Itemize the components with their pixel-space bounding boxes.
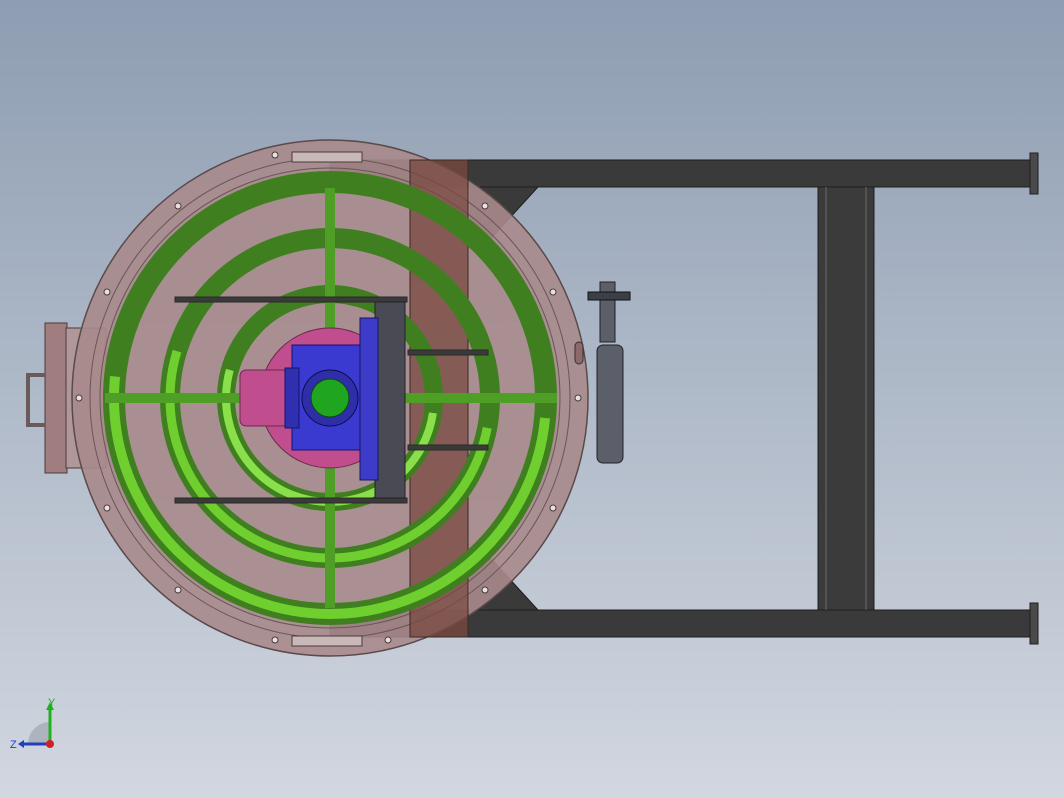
triad-arc-icon	[28, 722, 50, 744]
bolt-hole	[174, 202, 182, 210]
motor-output-shaft	[310, 378, 350, 418]
triad-x-axis-dot	[46, 740, 54, 748]
bolt-hole	[549, 288, 557, 296]
bolt-hole	[271, 151, 279, 159]
hatch-plate	[44, 322, 68, 474]
frame-end-plate-bottom	[1029, 602, 1039, 645]
orientation-triad: Y Z	[10, 697, 56, 751]
flange-coupling	[239, 369, 289, 427]
rod-top	[174, 296, 408, 303]
valve-top-flange	[587, 291, 631, 301]
cad-model-drawing[interactable]	[0, 0, 1064, 798]
valve-port	[574, 341, 584, 365]
bolt-hole	[384, 636, 392, 644]
bolt-hole	[271, 636, 279, 644]
bolt-hole	[174, 586, 182, 594]
latch-bottom	[291, 635, 363, 647]
bolt-hole	[103, 504, 111, 512]
motor-flange	[359, 317, 379, 481]
rod-bottom	[174, 497, 408, 504]
triad-z-arrow-icon	[18, 740, 24, 748]
bolt-hole	[481, 202, 489, 210]
bolt-hole	[574, 394, 582, 402]
bolt-hole	[103, 288, 111, 296]
valve-body	[596, 344, 624, 464]
bolt-hole	[549, 504, 557, 512]
valve-stem	[599, 281, 616, 343]
rod-short-bottom	[407, 444, 489, 451]
latch-top	[291, 151, 363, 163]
triad-z-label: Z	[10, 739, 17, 751]
bolt-hole	[75, 394, 83, 402]
motor-cap	[284, 367, 300, 429]
frame-end-plate-top	[1029, 152, 1039, 195]
motor-mount-plate	[374, 301, 406, 499]
cad-viewport[interactable]: Y Z	[0, 0, 1064, 798]
rod-short-top	[407, 349, 489, 356]
triad-y-label: Y	[48, 697, 56, 709]
hatch-handle	[26, 373, 45, 427]
bolt-hole	[481, 586, 489, 594]
